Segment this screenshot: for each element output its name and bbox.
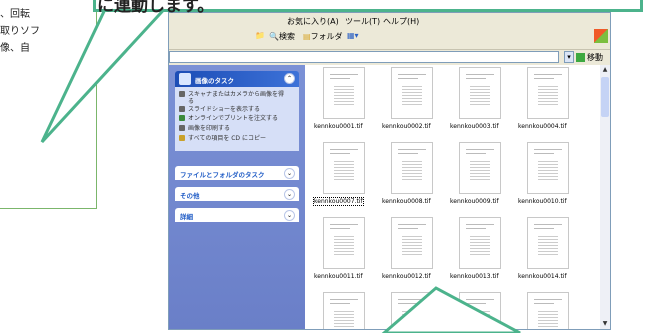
callout-pointer-top xyxy=(40,1,174,144)
callout-pointers xyxy=(40,1,521,333)
callout-text: に連動します。 xyxy=(97,0,215,16)
callout-pointer-bottom xyxy=(381,286,521,333)
